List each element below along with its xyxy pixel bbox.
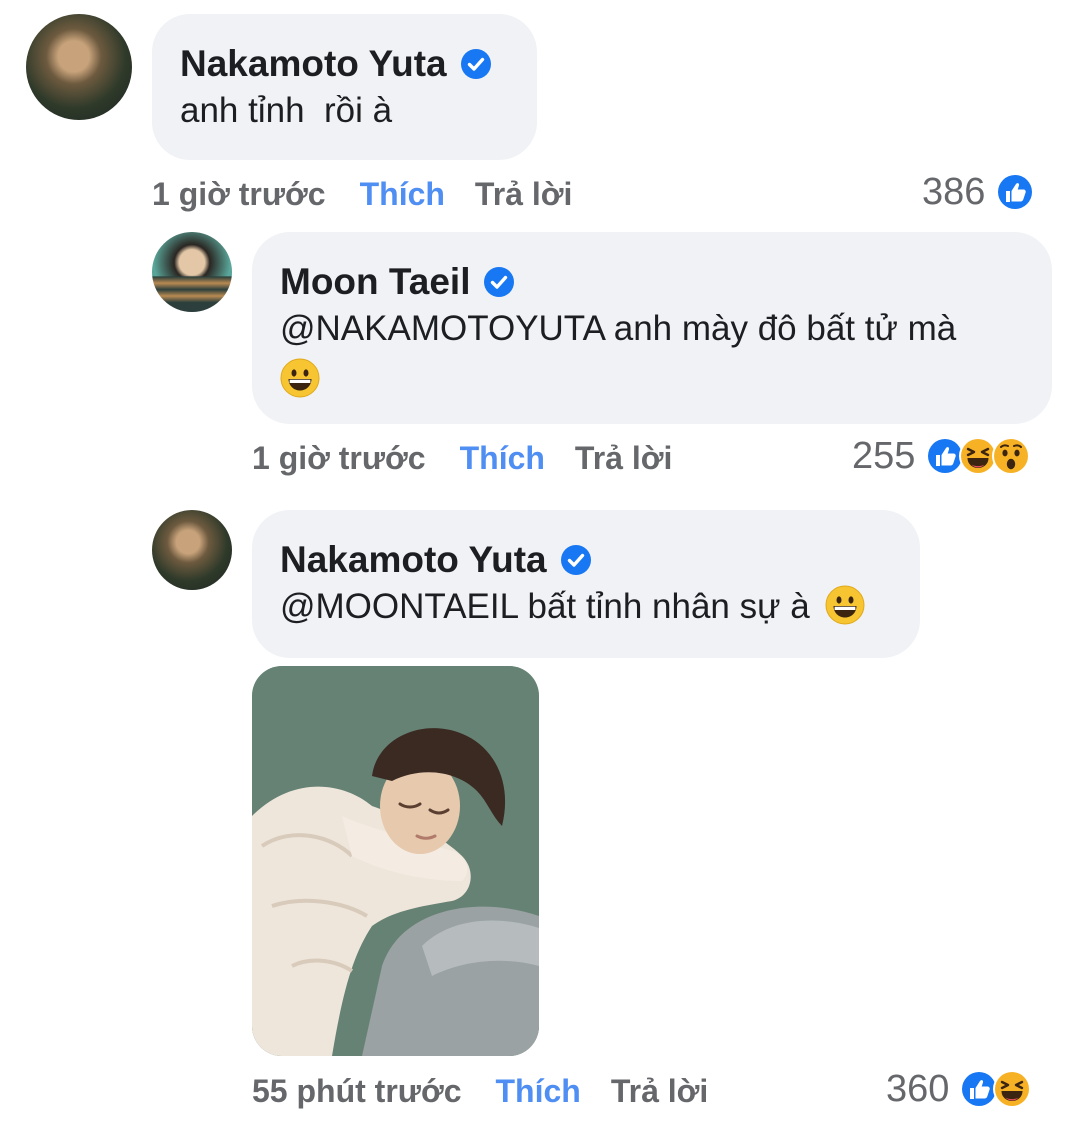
avatar[interactable] [152,232,232,312]
reaction-summary[interactable]: 360 [886,1065,1033,1113]
wow-reaction-icon [991,436,1032,476]
reaction-count: 386 [922,170,986,213]
comment-bubble: Nakamoto Yuta @MOONTAEIL bất tỉnh nhân s… [252,510,920,658]
comment-actions: 1 giờ trước Thích Trả lời [252,434,672,482]
comment-author[interactable]: Nakamoto Yuta [180,43,447,85]
sleeping-person-photo [252,666,539,1056]
avatar[interactable] [26,14,132,120]
reaction-summary[interactable]: 255 [852,432,1032,480]
like-button[interactable]: Thích [460,440,545,477]
comment-timestamp[interactable]: 1 giờ trước [152,176,326,213]
verified-badge-icon [460,49,491,79]
reply-button[interactable]: Trả lời [575,440,672,477]
comment-actions: 1 giờ trước Thích Trả lời [152,170,572,218]
comment-actions: 55 phút trước Thích Trả lời [252,1067,708,1115]
like-button[interactable]: Thích [360,176,445,213]
like-reaction-icon [996,173,1035,211]
reaction-count: 255 [852,434,916,477]
reply-button[interactable]: Trả lời [611,1073,708,1110]
reply-button[interactable]: Trả lời [475,176,572,213]
comment-photo-attachment[interactable] [252,666,539,1056]
haha-reaction-icon [992,1069,1033,1109]
comment-timestamp[interactable]: 1 giờ trước [252,440,426,477]
comment-text-content: @NAKAMOTOYUTA anh mày đô bất tử mà [280,309,957,348]
reaction-summary[interactable]: 386 [922,168,1035,216]
comment-text: anh tỉnh rồi à [180,91,393,130]
comment-bubble: Nakamoto Yuta anh tỉnh rồi à [152,14,537,160]
comment-bubble: Moon Taeil @NAKAMOTOYUTA anh mày đô bất … [252,232,1052,424]
comment-author[interactable]: Nakamoto Yuta [280,539,547,581]
reaction-count: 360 [886,1067,950,1110]
comment-text-content: @MOONTAEIL bất tỉnh nhân sự à [280,587,810,626]
avatar[interactable] [152,510,232,590]
verified-badge-icon [484,267,515,297]
grinning-face-emoji-icon [825,585,865,625]
comment-timestamp[interactable]: 55 phút trước [252,1073,462,1110]
grinning-face-emoji-icon [280,358,320,398]
comment-author[interactable]: Moon Taeil [280,261,470,303]
comment-text: @NAKAMOTOYUTA anh mày đô bất tử mà [280,306,1024,403]
verified-badge-icon [560,545,591,575]
comment-text: @MOONTAEIL bất tỉnh nhân sự à [280,584,892,630]
like-button[interactable]: Thích [496,1073,581,1110]
